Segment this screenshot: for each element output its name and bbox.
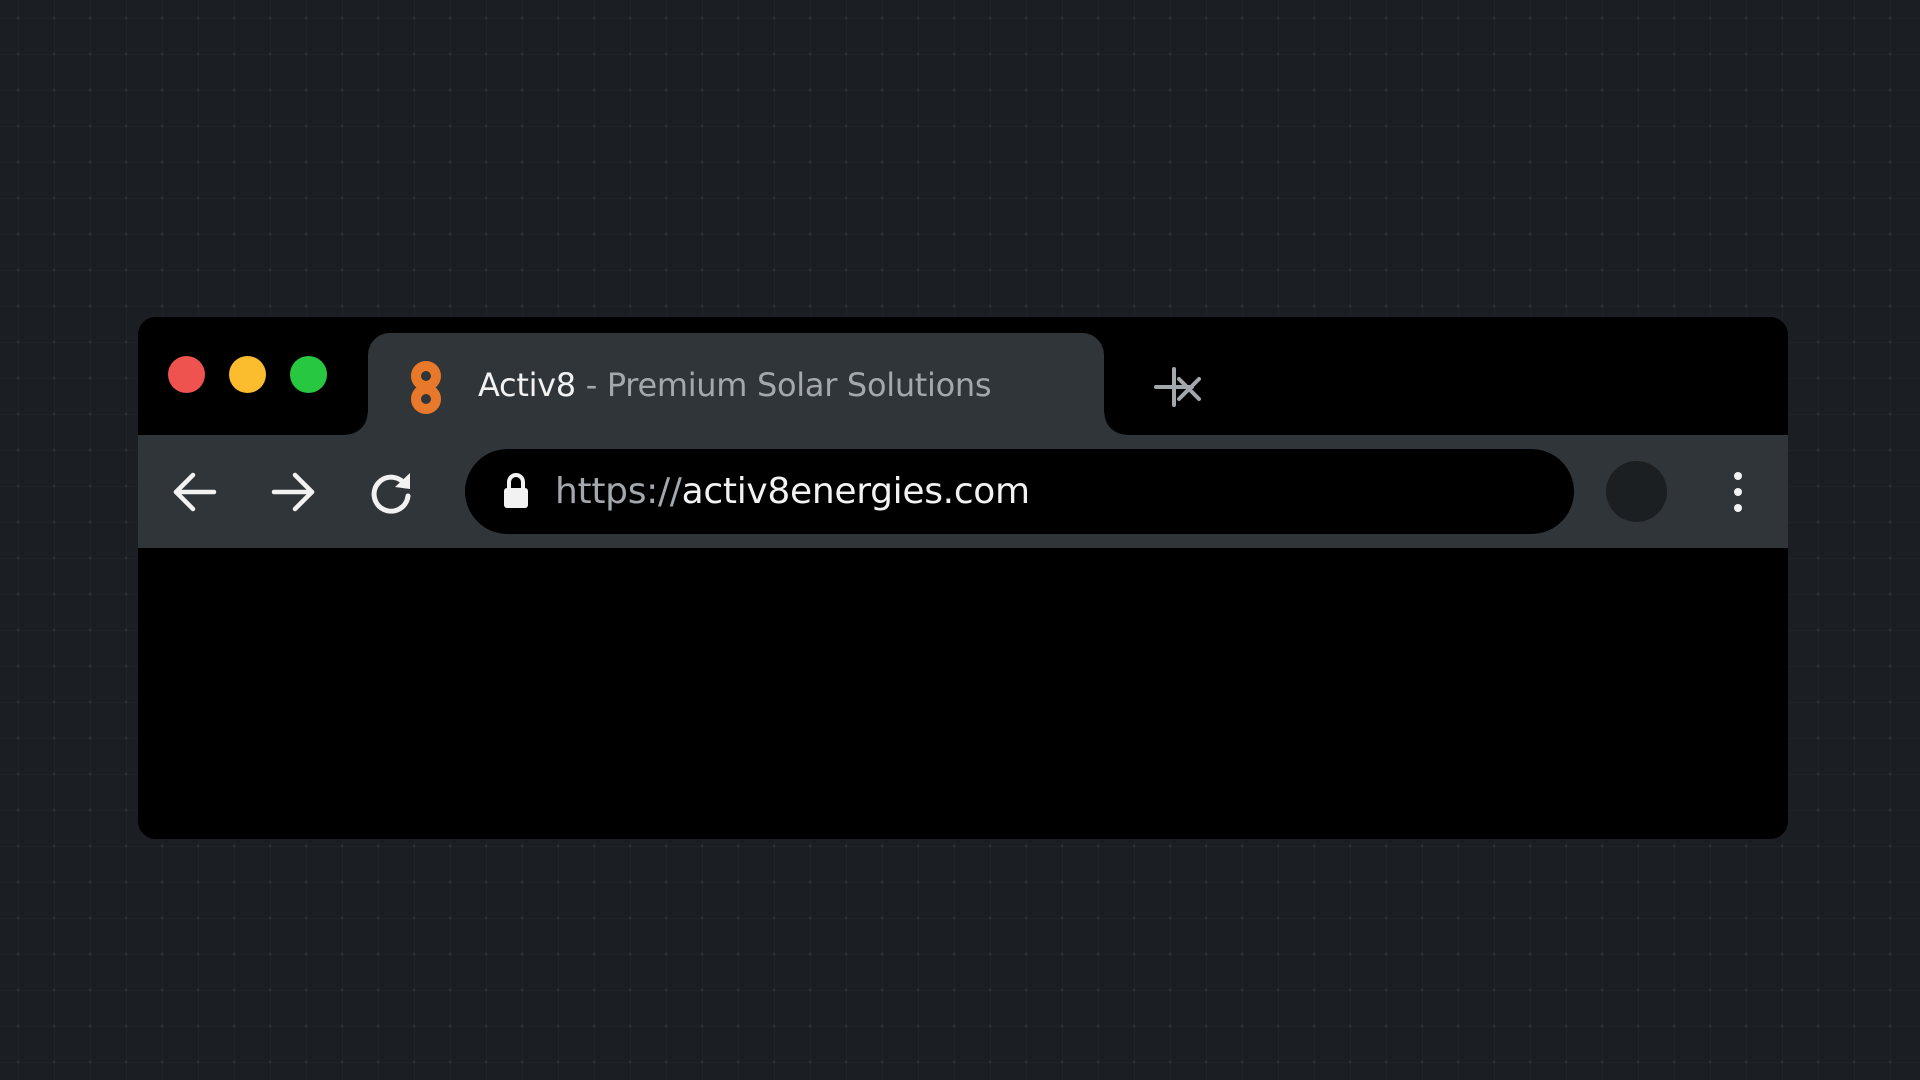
window-close-button[interactable]	[168, 356, 205, 393]
tab-site-name: Activ8	[478, 366, 576, 404]
tab-title: Activ8 - Premium Solar Solutions	[478, 365, 992, 405]
title-bar: Activ8 - Premium Solar Solutions	[138, 317, 1788, 435]
lock-icon	[504, 473, 528, 508]
page-viewport	[138, 548, 1788, 839]
address-bar[interactable]: https://activ8energies.com	[465, 449, 1574, 534]
tab-active[interactable]: Activ8 - Premium Solar Solutions	[346, 333, 1201, 435]
more-vertical-icon[interactable]	[1728, 469, 1748, 515]
browser-window: Activ8 - Premium Solar Solutions https:/…	[138, 317, 1788, 839]
toolbar: https://activ8energies.com	[138, 435, 1788, 548]
plus-icon[interactable]	[1152, 365, 1196, 409]
reload-icon[interactable]	[368, 469, 414, 515]
profile-avatar[interactable]	[1606, 461, 1667, 522]
activ8-logo-icon	[411, 361, 441, 414]
url-text[interactable]: https://activ8energies.com	[555, 469, 1030, 515]
arrow-right-icon[interactable]	[270, 469, 316, 515]
window-maximize-button[interactable]	[290, 356, 327, 393]
tab-title-text: - Premium Solar Solutions	[575, 366, 992, 404]
url-scheme: https://	[555, 471, 682, 512]
window-minimize-button[interactable]	[229, 356, 266, 393]
url-host: activ8energies.com	[681, 471, 1030, 512]
arrow-left-icon[interactable]	[172, 469, 218, 515]
